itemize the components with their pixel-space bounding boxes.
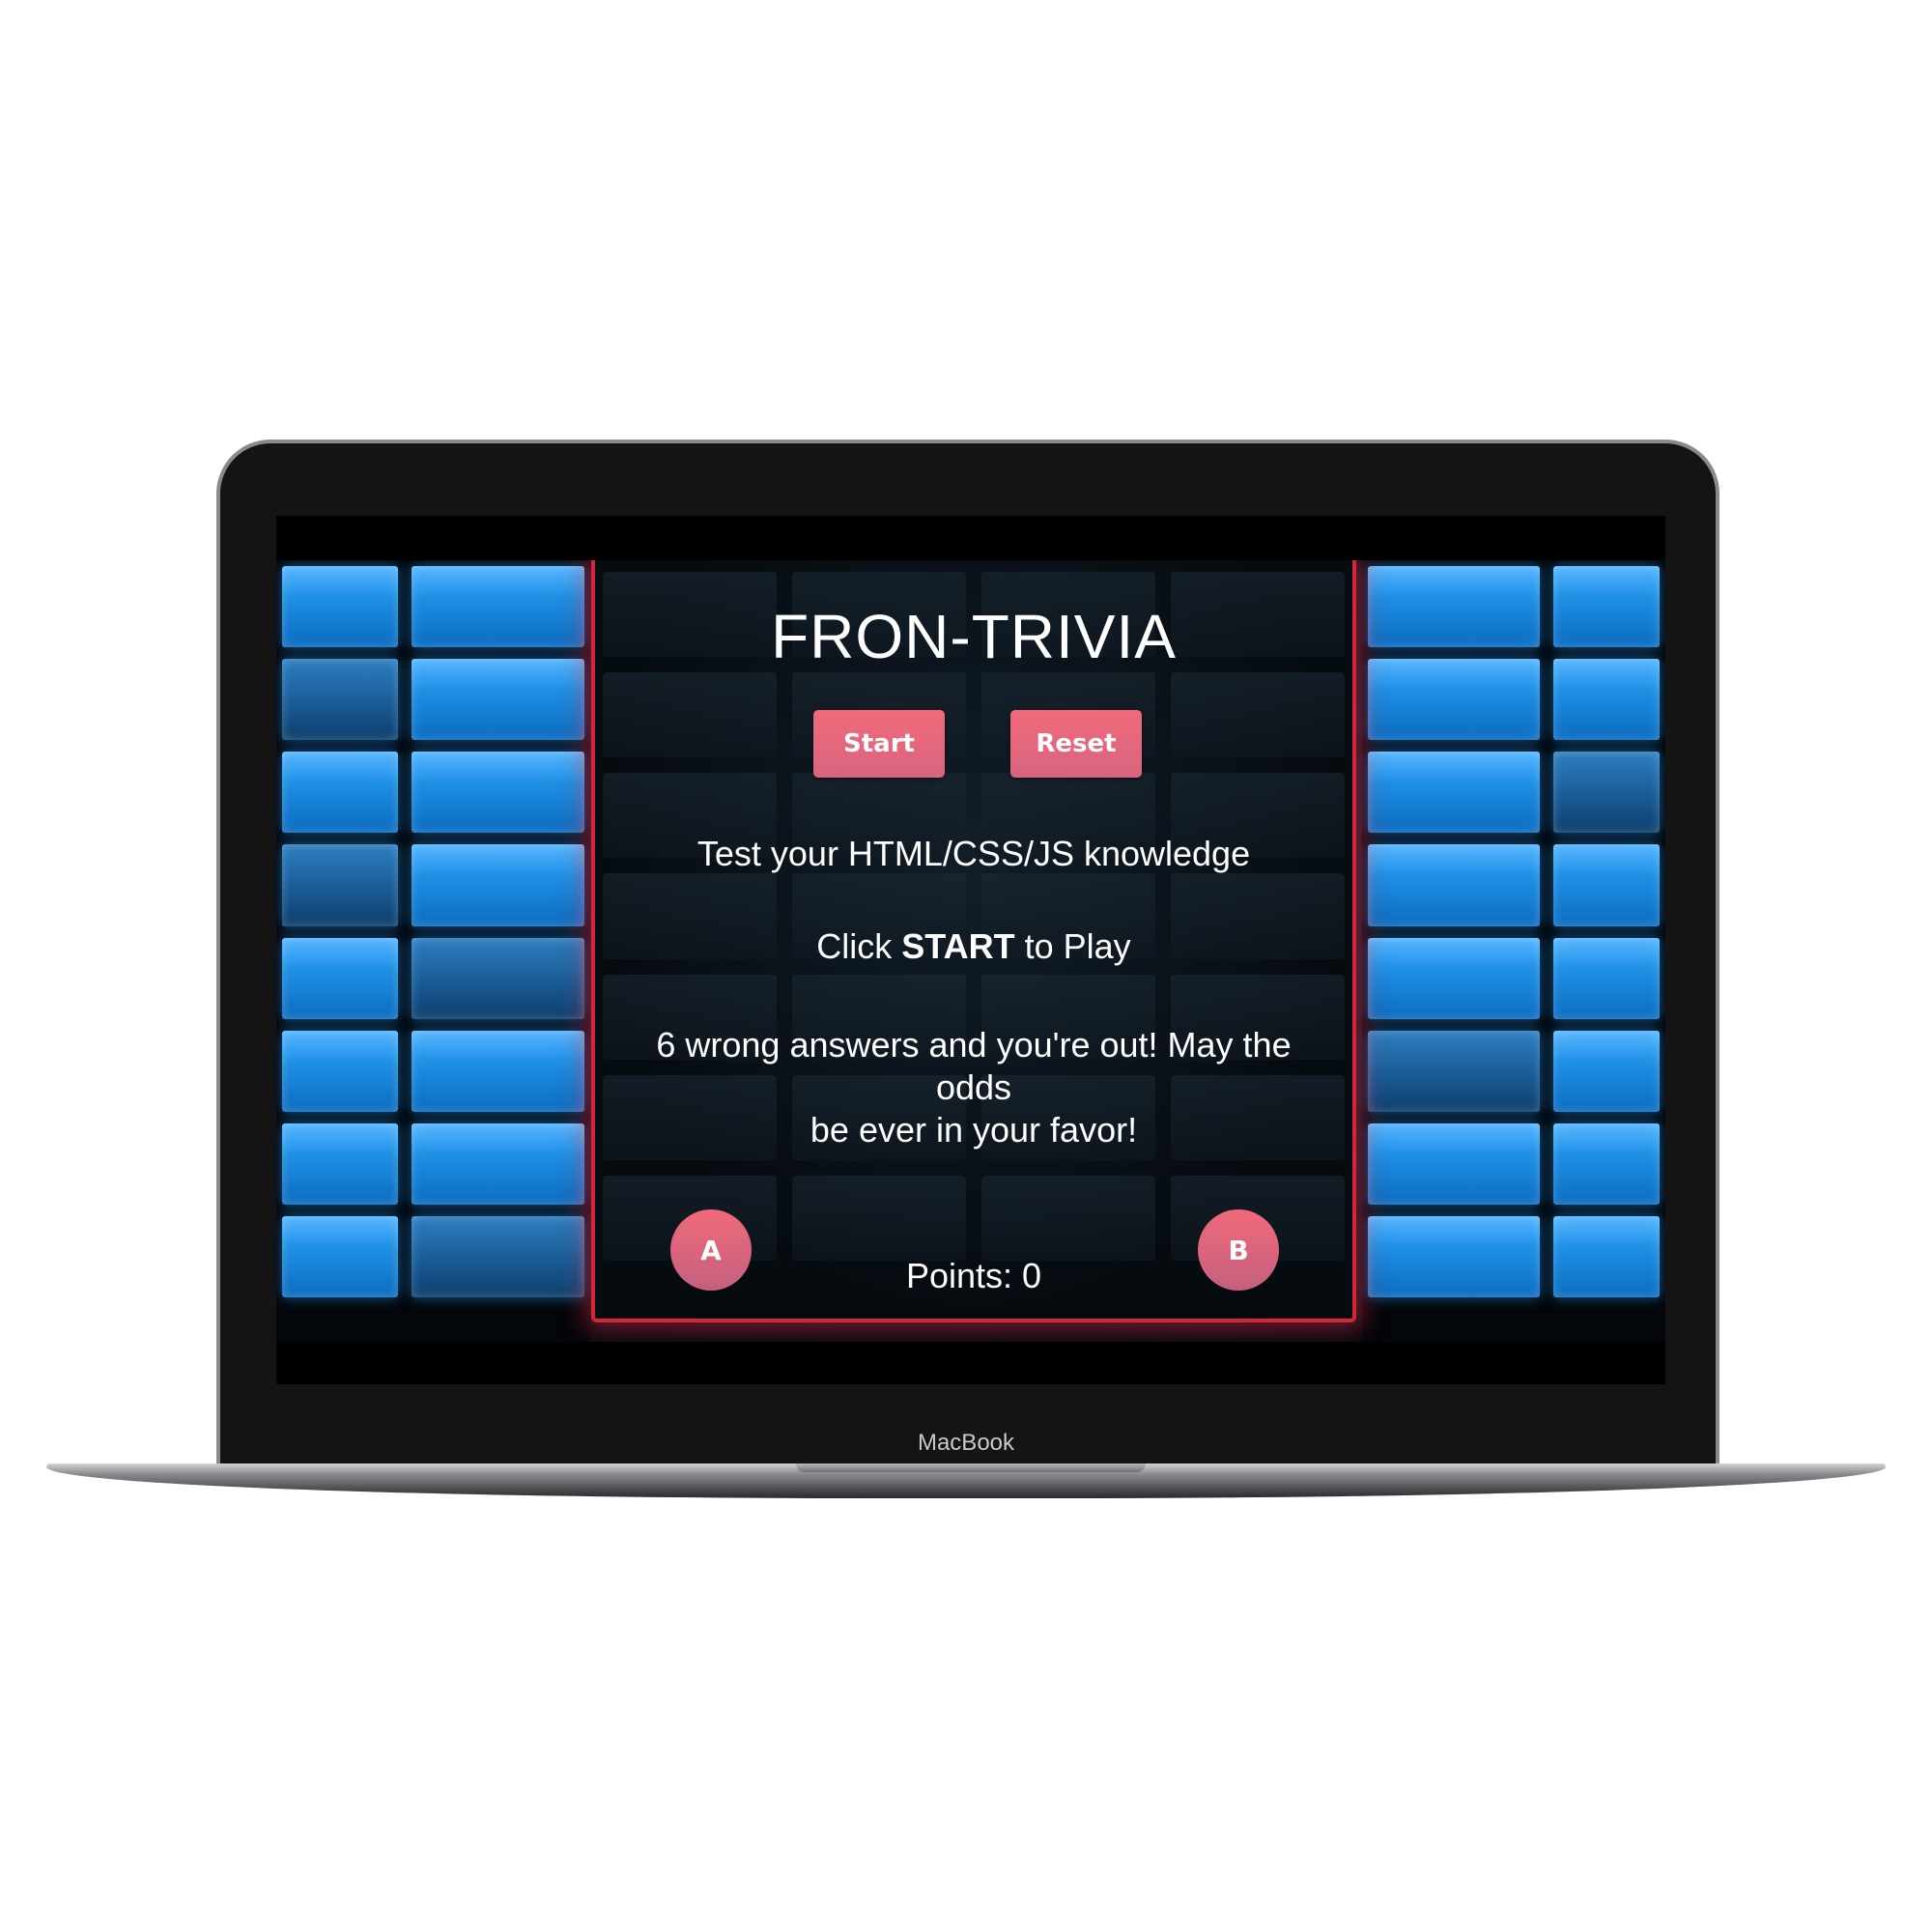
trivia-panel: FRON-TRIVIA Start Reset Test your HTML/C…	[591, 560, 1356, 1322]
wall-tile	[282, 1030, 398, 1112]
reset-button[interactable]: Reset	[1010, 710, 1142, 778]
warning-line-1: 6 wrong answers and you're out! May the …	[656, 1025, 1292, 1107]
wall-tile	[1368, 752, 1540, 834]
game-title: FRON-TRIVIA	[771, 602, 1177, 671]
wall-tile	[1368, 659, 1540, 741]
wall-tile	[1553, 566, 1660, 648]
wall-tile	[412, 1122, 584, 1205]
wall-tile	[412, 752, 584, 834]
wall-tile	[1553, 1215, 1660, 1297]
wall-tile	[282, 1215, 398, 1297]
start-button[interactable]: Start	[813, 710, 945, 778]
wall-tile	[1553, 659, 1660, 741]
wall-tile	[1553, 752, 1660, 834]
points-display: Points: 0	[905, 1256, 1042, 1295]
instruction-suffix: to Play	[1014, 926, 1131, 966]
laptop-hinge-notch	[796, 1463, 1146, 1472]
tagline-text: Test your HTML/CSS/JS knowledge	[696, 834, 1251, 873]
wall-tile	[1553, 1122, 1660, 1205]
wall-tile	[412, 659, 584, 741]
instruction-prefix: Click	[816, 926, 902, 966]
wall-tile	[282, 752, 398, 834]
wall-tile	[412, 937, 584, 1019]
wall-tile	[282, 566, 398, 648]
wall-tile	[1368, 844, 1540, 926]
wall-tile	[1368, 1030, 1540, 1112]
wall-tile	[1368, 937, 1540, 1019]
wall-tile	[412, 1030, 584, 1112]
wall-tile	[1368, 566, 1540, 648]
wall-tile	[1553, 937, 1660, 1019]
warning-text: 6 wrong answers and you're out! May the …	[595, 1024, 1352, 1151]
wall-tile	[1553, 1030, 1660, 1112]
warning-line-2: be ever in your favor!	[810, 1110, 1138, 1150]
right-tile-wall	[1362, 560, 1665, 1342]
laptop-screen: FRON-TRIVIA Start Reset Test your HTML/C…	[276, 516, 1665, 1384]
wall-tile	[282, 1122, 398, 1205]
wall-tile	[412, 1215, 584, 1297]
wall-tile	[1553, 844, 1660, 926]
game-stage: FRON-TRIVIA Start Reset Test your HTML/C…	[276, 560, 1665, 1342]
wall-tile	[412, 566, 584, 648]
wall-tile	[282, 659, 398, 741]
device-label: MacBook	[917, 1430, 1015, 1456]
wall-tile	[412, 844, 584, 926]
instruction-emphasis: START	[901, 926, 1015, 966]
wall-tile	[282, 844, 398, 926]
panel-content: FRON-TRIVIA Start Reset Test your HTML/C…	[595, 560, 1352, 1319]
wall-tile	[1368, 1122, 1540, 1205]
instruction-text: Click START to Play	[595, 925, 1352, 968]
wall-tile	[282, 937, 398, 1019]
left-tile-wall	[276, 560, 590, 1342]
wall-tile	[1368, 1215, 1540, 1297]
